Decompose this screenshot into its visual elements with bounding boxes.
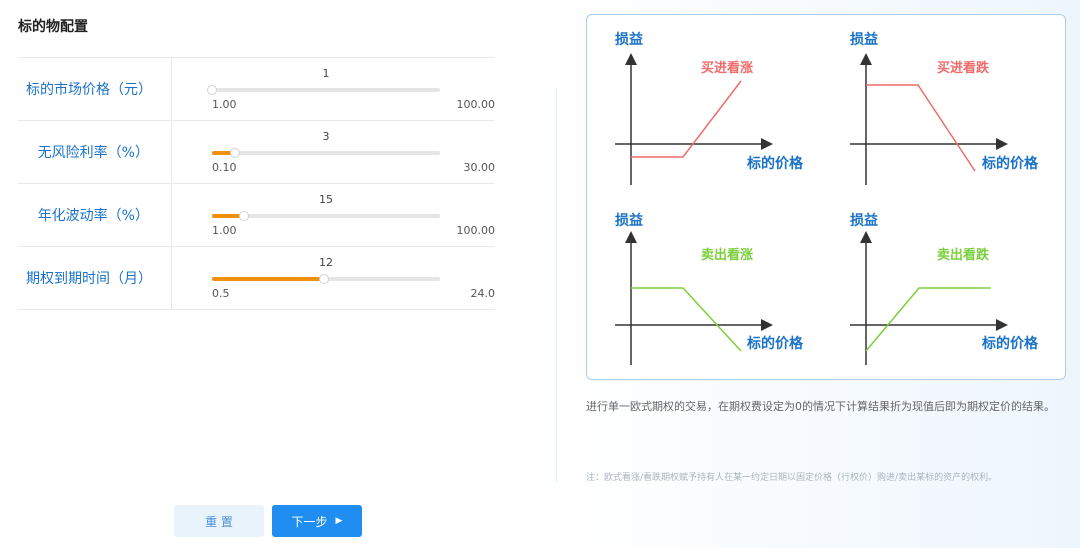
slider-max: 24.0 — [470, 287, 496, 300]
param-value: 1 — [322, 67, 330, 80]
param-label: 标的市场价格（元） — [18, 58, 172, 120]
payoff-line — [866, 84, 976, 172]
price-slider[interactable] — [207, 85, 440, 95]
slider-min: 1.00 — [212, 98, 237, 111]
rate-slider[interactable] — [212, 148, 440, 158]
param-row-price: 标的市场价格（元） 1 1.00 100.00 — [18, 58, 495, 121]
slider-handle[interactable] — [239, 211, 249, 221]
chart-title: 买进看跌 — [937, 60, 990, 76]
param-row-maturity: 期权到期时间（月） 12 0.5 24.0 — [18, 247, 495, 310]
x-axis-label: 标的价格 — [981, 155, 1039, 172]
next-button-label: 下一步 — [291, 514, 328, 529]
footnote-text: 注：欧式看涨/看跌期权赋予持有人在某一约定日期以固定价格（行权价）购进/卖出某标… — [586, 473, 998, 483]
y-axis-label: 损益 — [850, 212, 878, 229]
chart-title: 卖出看跌 — [937, 247, 990, 263]
param-row-volatility: 年化波动率（%） 15 1.00 100.00 — [18, 184, 495, 247]
param-value: 15 — [319, 193, 333, 206]
param-row-rate: 无风险利率（%） 3 0.10 30.00 — [18, 121, 495, 184]
next-step-button[interactable]: 下一步 ▶ — [272, 505, 362, 537]
reset-button-label: 重 置 — [205, 514, 233, 529]
diagram-short-call: 损益 标的价格 卖出看涨 — [615, 212, 804, 365]
slider-handle[interactable] — [230, 148, 240, 158]
chart-title: 卖出看涨 — [701, 247, 753, 263]
volatility-slider[interactable] — [212, 211, 440, 221]
slider-min: 0.5 — [212, 287, 230, 300]
x-axis-label: 标的价格 — [981, 335, 1039, 352]
description-text: 进行单一欧式期权的交易，在期权费设定为0的情况下计算结果折为现值后即为期权定价的… — [586, 400, 1055, 413]
slider-max: 100.00 — [456, 224, 496, 237]
slider-handle[interactable] — [207, 85, 217, 95]
slider-handle[interactable] — [319, 274, 329, 284]
payoff-diagrams: 损益 标的价格 买进看涨 损益 标的价格 买进看跌 损益 标的价格 卖出看涨 损… — [615, 31, 1039, 365]
diagram-long-put: 损益 标的价格 买进看跌 — [850, 31, 1039, 185]
param-label: 年化波动率（%） — [18, 184, 172, 246]
param-value: 3 — [322, 130, 330, 143]
caret-right-icon: ▶ — [335, 516, 343, 526]
slider-min: 0.10 — [212, 161, 237, 174]
diagram-long-call: 损益 标的价格 买进看涨 — [615, 31, 804, 185]
x-axis-label: 标的价格 — [746, 155, 804, 172]
payoff-line — [631, 287, 742, 352]
section-title: 标的物配置 — [18, 19, 88, 35]
vertical-divider — [556, 88, 557, 483]
reset-button[interactable]: 重 置 — [174, 505, 264, 537]
slider-fill — [212, 277, 324, 281]
payoff-line — [865, 287, 991, 352]
y-axis-label: 损益 — [850, 31, 878, 48]
chart-title: 买进看涨 — [701, 60, 753, 76]
maturity-slider[interactable] — [212, 274, 440, 284]
param-label: 期权到期时间（月） — [18, 247, 172, 309]
payoff-line — [631, 80, 742, 158]
parameter-table: 标的市场价格（元） 1 1.00 100.00 无风险利率（%） 3 0.10 … — [18, 57, 495, 310]
param-label: 无风险利率（%） — [18, 121, 172, 183]
slider-max: 100.00 — [456, 98, 496, 111]
x-axis-label: 标的价格 — [746, 335, 804, 352]
diagram-short-put: 损益 标的价格 卖出看跌 — [850, 212, 1039, 365]
slider-max: 30.00 — [463, 161, 496, 174]
param-value: 12 — [319, 256, 333, 269]
y-axis-label: 损益 — [615, 31, 643, 48]
payoff-diagram-panel: 损益 标的价格 买进看涨 损益 标的价格 买进看跌 损益 标的价格 卖出看涨 损… — [586, 14, 1066, 380]
y-axis-label: 损益 — [615, 212, 643, 229]
slider-min: 1.00 — [212, 224, 237, 237]
